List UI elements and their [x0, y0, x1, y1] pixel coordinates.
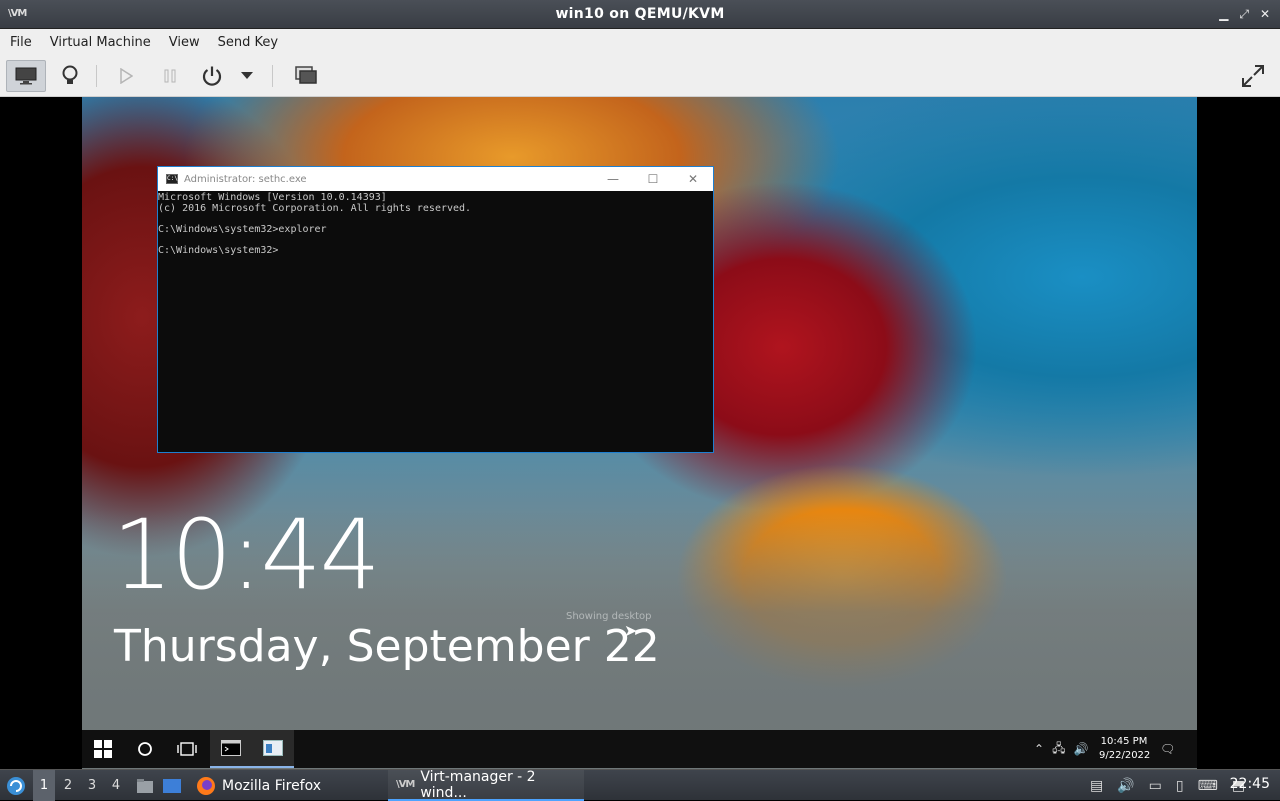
- fullscreen-icon: [1242, 65, 1264, 87]
- windows-logo-icon: [94, 740, 112, 758]
- pause-icon: [164, 69, 176, 83]
- monitor-icon: [15, 67, 37, 85]
- cortana-circle-icon: [138, 742, 152, 756]
- console-button[interactable]: [6, 60, 46, 92]
- host-taskbar: 1 2 3 4 Mozilla Firefox \VM Virt-manager…: [0, 768, 1280, 801]
- lockscreen-time: 10:44: [112, 499, 381, 611]
- snapshots-icon: [295, 66, 317, 84]
- cmd-maximize-icon[interactable]: ☐: [633, 167, 673, 191]
- cmd-icon: [221, 740, 241, 756]
- cmd-title: Administrator: sethc.exe: [184, 173, 307, 185]
- show-desktop-launcher[interactable]: [160, 770, 184, 801]
- play-icon: [120, 68, 133, 84]
- cmd-close-icon[interactable]: ✕: [673, 167, 713, 191]
- menu-view[interactable]: View: [169, 35, 200, 50]
- minimize-icon[interactable]: ▁: [1219, 7, 1228, 22]
- cmd-icon: C:\: [166, 174, 178, 184]
- snapshots-button[interactable]: [286, 60, 326, 92]
- mouse-cursor-icon: ➤: [624, 621, 638, 640]
- cortana-button[interactable]: [124, 730, 166, 768]
- guest-clock-date: 9/22/2022: [1099, 750, 1151, 761]
- clipboard-icon[interactable]: ▤: [1090, 778, 1103, 794]
- shutdown-button[interactable]: [192, 60, 232, 92]
- host-system-tray: ▤ 🔊 ▭ ▯ ⌨ ⬒: [1090, 770, 1245, 801]
- notes-icon[interactable]: ▯: [1176, 778, 1184, 794]
- task-virt-manager[interactable]: \VM Virt-manager - 2 wind...: [388, 768, 584, 801]
- cmd-console[interactable]: Microsoft Windows [Version 10.0.14393] (c…: [158, 191, 713, 256]
- network-icon[interactable]: 🖧: [1052, 739, 1065, 760]
- window-title: win10 on QEMU/KVM: [555, 6, 725, 22]
- windows-start-button[interactable]: [82, 730, 124, 768]
- menu-send-key[interactable]: Send Key: [218, 35, 278, 50]
- power-icon: [202, 66, 222, 86]
- show-hidden-icons-icon[interactable]: ⌃: [1034, 742, 1044, 756]
- taskbar-cmd-button[interactable]: [210, 730, 252, 768]
- virt-manager-icon: \VM: [396, 779, 415, 790]
- lockscreen-date: Thursday, September 22: [114, 621, 660, 672]
- file-manager-launcher[interactable]: [134, 770, 156, 801]
- run-button[interactable]: [106, 60, 146, 92]
- shutdown-menu-button[interactable]: [232, 60, 262, 92]
- pause-button[interactable]: [150, 60, 190, 92]
- menubar: File Virtual Machine View Send Key: [0, 29, 1280, 55]
- close-icon[interactable]: ✕: [1260, 7, 1270, 22]
- showing-desktop-tooltip: Showing desktop: [566, 611, 652, 622]
- guest-clock[interactable]: 10:45 PM 9/22/2022: [1099, 735, 1151, 763]
- taskbar-explorer-button[interactable]: [252, 730, 294, 768]
- guest-clock-time: 10:45 PM: [1100, 736, 1148, 747]
- task-label: Mozilla Firefox: [222, 777, 322, 794]
- cmd-line: [158, 214, 713, 225]
- app-menu-button[interactable]: [4, 770, 28, 801]
- host-clock[interactable]: 22:45: [1230, 776, 1270, 792]
- task-view-icon: [177, 742, 197, 756]
- distro-logo-icon: [7, 776, 25, 795]
- cmd-line: C:\Windows\system32>explorer: [158, 223, 327, 235]
- window-app-icon: [263, 740, 283, 756]
- workspace-1[interactable]: 1: [33, 770, 55, 801]
- action-center-icon: 🗨: [1160, 742, 1176, 756]
- volume-icon[interactable]: 🔊: [1117, 778, 1134, 794]
- keyboard-icon[interactable]: ⌨: [1198, 778, 1218, 794]
- task-firefox[interactable]: Mozilla Firefox: [188, 770, 378, 801]
- fullscreen-button[interactable]: [1233, 60, 1273, 92]
- task-view-button[interactable]: [166, 730, 208, 768]
- task-label: Virt-manager - 2 wind...: [420, 768, 536, 801]
- workspace-3[interactable]: 3: [81, 770, 103, 801]
- guest-taskbar: ⌃ 🖧 🔊 10:45 PM 9/22/2022 🗨: [82, 730, 1197, 768]
- cmd-line: Microsoft Windows [Version 10.0.14393]: [158, 192, 387, 203]
- firefox-icon: [197, 776, 215, 795]
- cmd-line: C:\Windows\system32>: [158, 244, 279, 256]
- cmd-line: (c) 2016 Microsoft Corporation. All righ…: [158, 202, 472, 214]
- menu-virtual-machine[interactable]: Virtual Machine: [50, 35, 151, 50]
- system-tray: ⌃ 🖧 🔊: [1034, 730, 1088, 768]
- volume-icon[interactable]: 🔊: [1073, 742, 1088, 756]
- maximize-icon[interactable]: ⤢: [1239, 7, 1249, 22]
- battery-icon[interactable]: ▭: [1149, 778, 1162, 794]
- cmd-minimize-icon[interactable]: —: [593, 167, 633, 191]
- chevron-down-icon: [241, 72, 253, 79]
- folder-icon: [137, 778, 153, 793]
- menu-file[interactable]: File: [10, 35, 32, 50]
- workspace-2[interactable]: 2: [57, 770, 79, 801]
- cmd-line: [158, 235, 713, 246]
- cmd-window[interactable]: C:\ Administrator: sethc.exe — ☐ ✕ Micro…: [157, 166, 714, 453]
- action-center-button[interactable]: 🗨: [1160, 730, 1175, 768]
- window-titlebar[interactable]: \VM win10 on QEMU/KVM ▁ ⤢ ✕: [0, 0, 1280, 29]
- desktop-icon: [163, 778, 181, 793]
- lightbulb-icon: [62, 65, 78, 84]
- workspace-4[interactable]: 4: [105, 770, 127, 801]
- details-button[interactable]: [50, 60, 90, 92]
- toolbar: [0, 55, 1280, 97]
